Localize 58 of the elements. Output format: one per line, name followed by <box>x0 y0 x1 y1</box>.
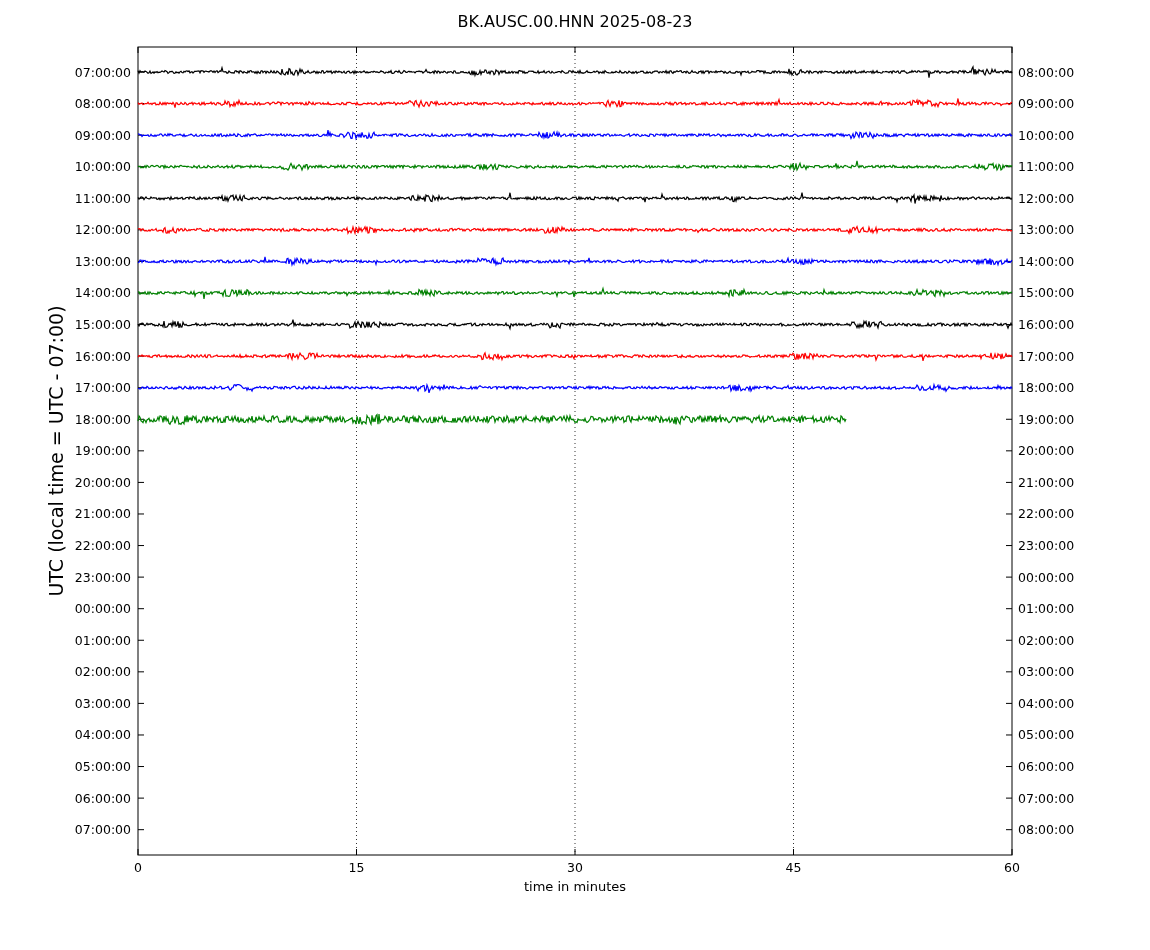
y-tick-label: 09:00:00 <box>1018 96 1075 112</box>
y-tick-label: 03:00:00 <box>1018 664 1075 680</box>
y-tick-label: 20:00:00 <box>74 474 131 490</box>
y-tick-label: 00:00:00 <box>1018 569 1075 585</box>
y-tick-label: 14:00:00 <box>74 285 131 301</box>
x-tick-label: 60 <box>1004 860 1020 875</box>
y-tick-label: 12:00:00 <box>74 222 131 238</box>
y-tick-label: 01:00:00 <box>74 632 131 648</box>
x-tick-label: 30 <box>567 860 583 875</box>
y-tick-label: 17:00:00 <box>74 380 131 396</box>
y-tick-label: 23:00:00 <box>1018 538 1075 554</box>
y-tick-label: 21:00:00 <box>1018 474 1075 490</box>
y-tick-label: 17:00:00 <box>1018 348 1075 364</box>
y-tick-label: 07:00:00 <box>74 822 131 838</box>
y-tick-label: 21:00:00 <box>74 506 131 522</box>
y-tick-label: 05:00:00 <box>74 759 131 775</box>
y-tick-label: 18:00:00 <box>74 411 131 427</box>
y-tick-label: 15:00:00 <box>74 317 131 333</box>
y-tick-label: 07:00:00 <box>74 64 131 80</box>
y-tick-label: 08:00:00 <box>74 96 131 112</box>
y-tick-label: 03:00:00 <box>74 695 131 711</box>
x-tick-label: 45 <box>785 860 802 875</box>
y-tick-label: 11:00:00 <box>74 190 131 206</box>
y-tick-label: 10:00:00 <box>1018 127 1075 143</box>
y-tick-label: 18:00:00 <box>1018 380 1075 396</box>
y-tick-label: 07:00:00 <box>1018 790 1075 806</box>
y-tick-label: 23:00:00 <box>74 569 131 585</box>
y-tick-label: 12:00:00 <box>1018 190 1075 206</box>
y-tick-label: 08:00:00 <box>1018 64 1075 80</box>
y-tick-label: 04:00:00 <box>74 727 131 743</box>
y-tick-label: 16:00:00 <box>1018 317 1075 333</box>
y-axis-label: UTC (local time = UTC - 07:00) <box>45 305 67 597</box>
y-tick-label: 13:00:00 <box>1018 222 1075 238</box>
y-tick-label: 06:00:00 <box>74 790 131 806</box>
y-tick-label: 10:00:00 <box>74 159 131 175</box>
y-tick-label: 01:00:00 <box>1018 601 1075 617</box>
y-tick-label: 11:00:00 <box>1018 159 1075 175</box>
y-tick-label: 16:00:00 <box>74 348 131 364</box>
y-tick-label: 02:00:00 <box>74 664 131 680</box>
y-tick-label: 14:00:00 <box>1018 253 1075 269</box>
y-tick-label: 19:00:00 <box>1018 411 1075 427</box>
y-tick-label: 22:00:00 <box>1018 506 1075 522</box>
y-tick-label: 19:00:00 <box>74 443 131 459</box>
plot-title: BK.AUSC.00.HNN 2025-08-23 <box>457 12 693 31</box>
x-tick-label: 0 <box>134 860 142 875</box>
y-tick-label: 06:00:00 <box>1018 759 1075 775</box>
y-tick-label: 08:00:00 <box>1018 822 1075 838</box>
y-tick-label: 15:00:00 <box>1018 285 1075 301</box>
y-tick-label: 04:00:00 <box>1018 695 1075 711</box>
x-tick-label: 15 <box>348 860 365 875</box>
y-tick-label: 22:00:00 <box>74 538 131 554</box>
y-tick-label: 09:00:00 <box>74 127 131 143</box>
y-tick-label: 05:00:00 <box>1018 727 1075 743</box>
y-tick-label: 00:00:00 <box>74 601 131 617</box>
y-tick-label: 02:00:00 <box>1018 632 1075 648</box>
y-tick-label: 13:00:00 <box>74 253 131 269</box>
x-axis-label: time in minutes <box>523 879 627 894</box>
y-tick-label: 20:00:00 <box>1018 443 1075 459</box>
